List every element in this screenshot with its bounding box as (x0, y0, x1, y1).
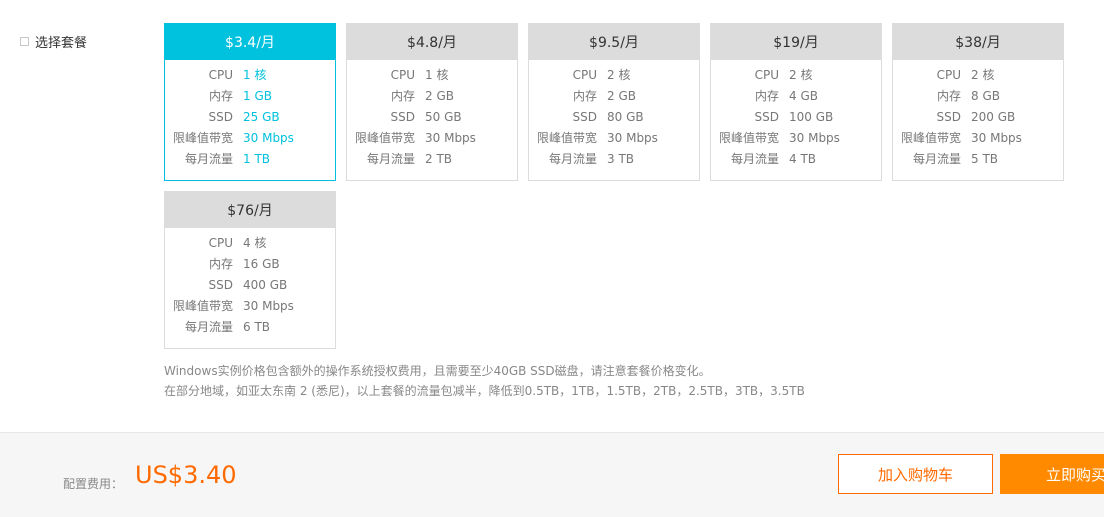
spec-ssd: SSD 50 GB (390, 109, 462, 124)
spec-cpu: CPU 4 核 (208, 235, 267, 251)
spec-mem: 内存 4 GB (754, 88, 818, 104)
plan-price: $9.5/月 (529, 24, 699, 60)
spec-mem: 内存 2 GB (572, 88, 636, 104)
spec-ssd: SSD 25 GB (208, 109, 280, 124)
plan-price: $19/月 (711, 24, 881, 60)
plan-card-4[interactable]: $19/月 CPU 2 核 内存 4 GB SSD 100 GB 限峰值带宽 30 Mb… (710, 23, 882, 181)
section-label-text: 选择套餐 (35, 36, 88, 51)
spec-cpu: CPU 2 核 (572, 67, 631, 83)
spec-bandwidth: 限峰值带宽 30 Mbps (718, 130, 840, 146)
spec-cpu: CPU 1 核 (390, 67, 449, 83)
fee-label: 配置费用： (63, 477, 124, 491)
checkout-bar: 配置费用： US$3.40 加入购物车 立即购买 (0, 432, 1104, 517)
plan-card-6[interactable]: $76/月 CPU 4 核 内存 16 GB SSD 400 GB 限峰值带宽 30 M… (164, 191, 336, 349)
spec-bandwidth: 限峰值带宽 30 Mbps (172, 298, 294, 314)
spec-cpu: CPU 1 核 (208, 67, 267, 83)
plan-card-2[interactable]: $4.8/月 CPU 1 核 内存 2 GB SSD 50 GB 限峰值带宽 30 Mb… (346, 23, 518, 181)
spec-ssd: SSD 200 GB (936, 109, 1016, 124)
spec-bandwidth: 限峰值带宽 30 Mbps (900, 130, 1022, 146)
spec-traffic: 每月流量 4 TB (730, 151, 817, 167)
plan-price: $38/月 (893, 24, 1063, 60)
spec-traffic: 每月流量 3 TB (548, 151, 635, 167)
spec-bandwidth: 限峰值带宽 30 Mbps (536, 130, 658, 146)
spec-mem: 内存 1 GB (208, 88, 272, 104)
plan-price: $3.4/月 (165, 24, 335, 60)
spec-traffic: 每月流量 6 TB (184, 319, 271, 335)
buy-now-button[interactable]: 立即购买 (1000, 454, 1104, 494)
spec-ssd: SSD 400 GB (208, 277, 288, 292)
note-region: 在部分地域，如亚太东南 2 (悉尼)，以上套餐的流量包减半，降低到0.5TB，1… (164, 384, 805, 398)
plan-notes: Windows实例价格包含额外的操作系统授权费用，且需要至少40GB SSD磁盘… (164, 361, 805, 401)
spec-cpu: CPU 2 核 (754, 67, 813, 83)
spec-mem: 内存 8 GB (936, 88, 1000, 104)
fee-value: US$3.40 (135, 461, 237, 489)
add-to-cart-button[interactable]: 加入购物车 (838, 454, 993, 494)
plan-card-1[interactable]: $3.4/月 CPU 1 核 内存 1 GB SSD 25 GB 限峰值带宽 30 Mb… (164, 23, 336, 181)
spec-bandwidth: 限峰值带宽 30 Mbps (354, 130, 476, 146)
spec-cpu: CPU 2 核 (936, 67, 995, 83)
plan-card-5[interactable]: $38/月 CPU 2 核 内存 8 GB SSD 200 GB 限峰值带宽 30 Mb… (892, 23, 1064, 181)
plan-section-label: 选择套餐 (20, 32, 87, 51)
note-windows: Windows实例价格包含额外的操作系统授权费用，且需要至少40GB SSD磁盘… (164, 364, 711, 378)
spec-mem: 内存 16 GB (208, 256, 280, 272)
plan-card-3[interactable]: $9.5/月 CPU 2 核 内存 2 GB SSD 80 GB 限峰值带宽 30 Mb… (528, 23, 700, 181)
plan-price: $4.8/月 (347, 24, 517, 60)
spec-traffic: 每月流量 1 TB (184, 151, 271, 167)
checkbox-icon (20, 37, 29, 46)
spec-ssd: SSD 80 GB (572, 109, 644, 124)
spec-traffic: 每月流量 2 TB (366, 151, 453, 167)
plan-price: $76/月 (165, 192, 335, 228)
spec-traffic: 每月流量 5 TB (912, 151, 999, 167)
spec-bandwidth: 限峰值带宽 30 Mbps (172, 130, 294, 146)
spec-ssd: SSD 100 GB (754, 109, 834, 124)
spec-mem: 内存 2 GB (390, 88, 454, 104)
